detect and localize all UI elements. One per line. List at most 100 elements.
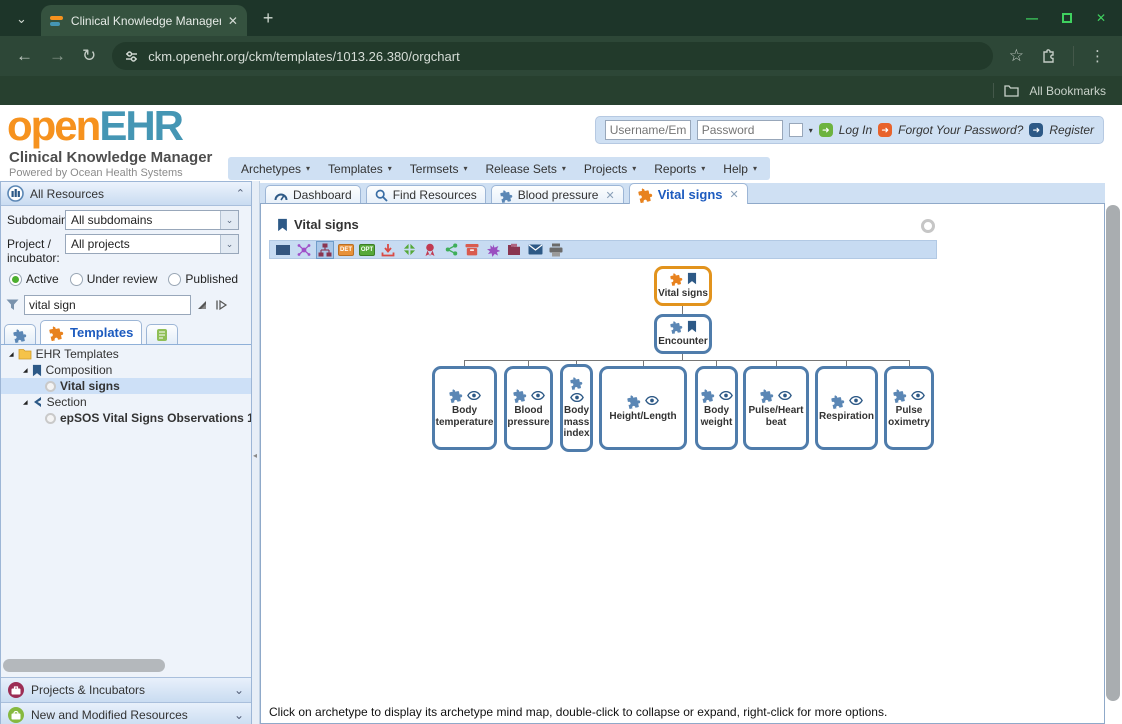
projects-incubators-panel[interactable]: Projects & Incubators ⌄ [1, 677, 251, 702]
certificate-ribbon-icon[interactable] [422, 242, 438, 258]
orgchart-node-encounter[interactable]: Encounter [654, 314, 712, 354]
browser-tab[interactable]: Clinical Knowledge Manager ✕ [41, 5, 247, 36]
openehr-logo[interactable]: openEHR [7, 105, 182, 147]
tab-archetypes[interactable] [4, 324, 36, 344]
tab-close-icon[interactable]: ✕ [228, 14, 238, 28]
collapse-all-icon[interactable] [401, 242, 417, 258]
radio-published[interactable]: Published [168, 272, 238, 286]
menu-archetypes[interactable]: Archetypes▾ [232, 162, 319, 176]
tree-item-epsos[interactable]: epSOS Vital Signs Observations 1.3.6.1 [1, 410, 251, 426]
register-arrow-icon[interactable]: ➜ [1029, 123, 1043, 137]
tab-templates[interactable]: Templates [40, 320, 142, 344]
print-icon[interactable] [548, 242, 564, 258]
expand-triangle-icon[interactable]: ◢ [9, 351, 14, 358]
forgot-password-link[interactable]: Forgot Your Password? [898, 123, 1023, 137]
tree-item-composition[interactable]: ◢ Composition [1, 362, 251, 378]
bookmarks-folder-icon[interactable] [1004, 84, 1019, 97]
email-icon[interactable] [527, 242, 543, 258]
report-folder-icon[interactable] [506, 242, 522, 258]
bookmark-star-icon[interactable]: ☆ [1009, 46, 1024, 66]
tab-close-icon[interactable]: ✕ [730, 188, 739, 201]
menu-help[interactable]: Help▾ [714, 162, 766, 176]
window-close-button[interactable]: ✕ [1096, 11, 1106, 25]
expand-chevron-icon[interactable]: ⌄ [234, 708, 244, 722]
menu-release-sets[interactable]: Release Sets▾ [476, 162, 574, 176]
radio-active[interactable]: Active [9, 272, 59, 286]
splitter-collapse-icon[interactable]: ◂ [253, 451, 257, 460]
expand-chevron-icon[interactable]: ⌄ [234, 683, 244, 697]
tree-item-ehr-templates[interactable]: ◢ EHR Templates [1, 346, 251, 362]
subdomain-select[interactable]: All subdomains⌄ [65, 210, 239, 230]
register-link[interactable]: Register [1049, 123, 1094, 137]
orgchart-node-blood-pressure[interactable]: Blood pressure [504, 366, 553, 450]
tab-search-chevron-icon[interactable]: ⌄ [16, 11, 27, 27]
address-bar[interactable]: ckm.openehr.org/ckm/templates/1013.26.38… [112, 42, 993, 70]
orgchart-node-respiration[interactable]: Respiration [815, 366, 878, 450]
tab-blood-pressure[interactable]: Blood pressure ✕ [491, 185, 624, 204]
orgchart-node-body-temperature[interactable]: Body temperature [432, 366, 497, 450]
username-field[interactable] [605, 120, 691, 140]
tab-close-icon[interactable]: ✕ [605, 189, 614, 202]
forward-button[interactable]: → [49, 46, 66, 66]
flag-icon[interactable] [275, 242, 291, 258]
password-field[interactable] [697, 120, 783, 140]
radio-under-review[interactable]: Under review [70, 272, 158, 286]
remember-me-checkbox[interactable] [789, 123, 803, 137]
menu-templates[interactable]: Templates▾ [319, 162, 401, 176]
back-button[interactable]: ← [16, 46, 33, 66]
radio-selected-icon[interactable] [9, 273, 22, 286]
archive-box-icon[interactable] [464, 242, 480, 258]
menu-reports[interactable]: Reports▾ [645, 162, 714, 176]
panel-splitter[interactable]: ◂ [252, 181, 260, 724]
caret-icon: ▾ [562, 164, 566, 173]
share-icon[interactable] [443, 242, 459, 258]
tab-find-resources[interactable]: Find Resources [366, 185, 486, 204]
log-in-link[interactable]: Log In [839, 123, 872, 137]
menu-termsets[interactable]: Termsets▾ [401, 162, 477, 176]
all-resources-header[interactable]: All Resources ⌃ [1, 182, 251, 206]
tab-dashboard[interactable]: Dashboard [265, 185, 361, 204]
expand-triangle-icon[interactable]: ◢ [23, 367, 28, 374]
download-icon[interactable] [380, 242, 396, 258]
url-text[interactable]: ckm.openehr.org/ckm/templates/1013.26.38… [148, 49, 459, 64]
collapse-chevron-icon[interactable]: ⌃ [236, 187, 245, 200]
orgchart-node-body-weight[interactable]: Body weight [695, 366, 738, 450]
search-mode-icon[interactable] [196, 299, 209, 311]
menu-projects[interactable]: Projects▾ [575, 162, 645, 176]
resource-search-input[interactable] [24, 295, 191, 315]
orgchart-node-vital-signs[interactable]: Vital signs [654, 266, 712, 306]
find-next-icon[interactable] [214, 299, 228, 311]
forgot-arrow-icon[interactable]: ➜ [878, 123, 892, 137]
tree-item-vital-signs[interactable]: Vital signs [1, 378, 251, 394]
composition-bookmark-icon [277, 218, 288, 232]
reload-button[interactable]: ↻ [82, 46, 96, 66]
orgchart-icon[interactable] [317, 242, 333, 258]
login-options-caret-icon[interactable]: ▾ [809, 126, 813, 135]
orgchart-node-body-mass-index[interactable]: Body mass index [560, 364, 593, 452]
tree-horizontal-scrollbar[interactable] [3, 659, 165, 672]
project-select[interactable]: All projects⌄ [65, 234, 239, 254]
radio-icon[interactable] [168, 273, 181, 286]
expand-triangle-icon[interactable]: ◢ [23, 399, 28, 406]
tab-vital-signs[interactable]: Vital signs ✕ [629, 183, 748, 204]
window-minimize-button[interactable]: — [1026, 11, 1038, 25]
browser-menu-icon[interactable]: ⋮ [1090, 47, 1106, 65]
login-arrow-icon[interactable]: ➜ [819, 123, 833, 137]
all-bookmarks-button[interactable]: All Bookmarks [1029, 84, 1106, 98]
orgchart-node-pulse-heart-beat[interactable]: Pulse/Heart beat [743, 366, 809, 450]
extensions-icon[interactable] [1040, 48, 1057, 65]
orgchart-node-height-length[interactable]: Height/Length [599, 366, 687, 450]
radio-icon[interactable] [70, 273, 83, 286]
orgchart-node-pulse-oximetry[interactable]: Pulse oximetry [884, 366, 934, 450]
new-tab-button[interactable]: + [263, 8, 274, 29]
site-settings-icon[interactable] [125, 50, 138, 63]
tree-item-section[interactable]: ◢ Section [1, 394, 251, 410]
tab-termsets[interactable] [146, 324, 178, 344]
det-view-icon[interactable]: DET [338, 242, 354, 258]
window-maximize-button[interactable] [1062, 13, 1072, 23]
new-modified-panel[interactable]: New and Modified Resources ⌄ [1, 702, 251, 724]
opt-view-icon[interactable]: OPT [359, 242, 375, 258]
page-vertical-scrollbar[interactable] [1106, 205, 1120, 701]
mindmap-icon[interactable] [296, 242, 312, 258]
spiral-icon[interactable] [485, 242, 501, 258]
